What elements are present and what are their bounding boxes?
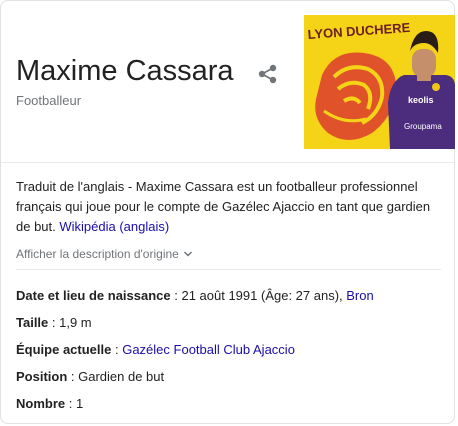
entity-subtitle: Footballeur — [16, 93, 82, 108]
header-divider — [1, 162, 454, 163]
entity-description: Traduit de l'anglais - Maxime Cassara es… — [16, 177, 441, 237]
fact-separator: : — [65, 396, 76, 411]
fact-separator: : — [67, 369, 79, 384]
show-original-label: Afficher la description d'origine — [16, 247, 179, 261]
fact-value: 1,9 m — [59, 315, 92, 330]
jersey-sponsor-1: keolis — [408, 95, 434, 105]
fact-label: Date et lieu de naissance — [16, 288, 171, 303]
wikipedia-link[interactable]: Wikipédia (anglais) — [59, 219, 169, 234]
entity-title: Maxime Cassara — [16, 55, 234, 87]
fact-height: Taille : 1,9 m — [16, 314, 92, 332]
facts-divider — [16, 269, 441, 270]
jersey-sponsor-2: Groupama — [404, 122, 442, 131]
birthplace-link[interactable]: Bron — [346, 288, 373, 303]
show-original-description[interactable]: Afficher la description d'origine — [16, 245, 193, 263]
fact-birth: Date et lieu de naissance : 21 août 1991… — [16, 287, 374, 305]
fact-label: Équipe actuelle — [16, 342, 112, 357]
fact-separator: : — [111, 342, 123, 357]
fact-label: Taille — [16, 315, 49, 330]
fact-label: Position — [16, 369, 68, 384]
team-link[interactable]: Gazélec Football Club Ajaccio — [122, 342, 295, 357]
share-icon — [258, 64, 277, 84]
fact-separator: : — [170, 288, 182, 303]
fact-separator: : — [48, 315, 60, 330]
fact-position: Position : Gardien de but — [16, 368, 164, 386]
fact-number: Nombre : 1 — [16, 395, 83, 413]
fact-current-team: Équipe actuelle : Gazélec Football Club … — [16, 341, 295, 359]
chevron-down-icon — [183, 251, 192, 257]
entity-photo[interactable]: LYON DUCHERE keolis Groupama — [304, 15, 455, 149]
fact-value: 21 août 1991 (Âge: 27 ans), — [181, 288, 347, 303]
player-photo-image: LYON DUCHERE keolis Groupama — [304, 15, 455, 149]
fact-value: 1 — [75, 396, 84, 411]
share-button[interactable] — [254, 60, 282, 88]
knowledge-panel: Maxime Cassara Footballeur LYON DUCHERE — [0, 0, 455, 424]
fact-label: Nombre — [16, 396, 66, 411]
fact-value: Gardien de but — [78, 369, 165, 384]
